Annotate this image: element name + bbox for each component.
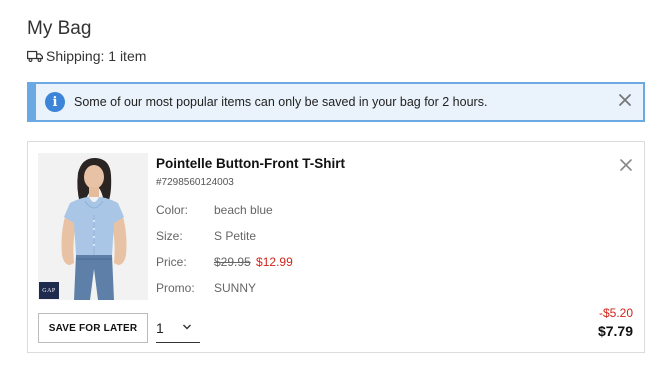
product-photo-illustration (38, 153, 148, 300)
promo-label: Promo: (156, 281, 195, 295)
notice-accent-stripe (29, 84, 36, 120)
attribute-promo: Promo: SUNNY (156, 281, 256, 295)
promo-value: SUNNY (214, 281, 257, 295)
chevron-down-icon (183, 324, 191, 330)
price-label: Price: (156, 255, 187, 269)
info-icon: i (45, 92, 65, 112)
product-sku: #7298560124003 (156, 177, 234, 188)
quantity-value: 1 (156, 319, 164, 336)
sale-price: $12.99 (256, 255, 293, 269)
attribute-color: Color: beach blue (156, 203, 273, 217)
remove-item-icon[interactable] (619, 158, 633, 172)
discount-amount: -$5.20 (598, 306, 633, 320)
brand-logo: GAP (39, 282, 59, 299)
bag-item-card: GAP Pointelle Button-Front T-Shirt #7298… (27, 141, 645, 353)
close-icon[interactable] (617, 92, 633, 108)
product-image[interactable]: GAP (38, 153, 148, 300)
size-value: S Petite (214, 229, 257, 243)
shipping-summary: Shipping: 1 item (27, 48, 146, 64)
shipping-label: Shipping: 1 item (46, 48, 147, 64)
product-name[interactable]: Pointelle Button-Front T-Shirt (156, 156, 345, 171)
attribute-size: Size: S Petite (156, 229, 256, 243)
color-value: beach blue (214, 203, 273, 217)
size-label: Size: (156, 229, 183, 243)
page-title: My Bag (27, 18, 92, 39)
item-total: $7.79 (597, 323, 633, 339)
truck-icon (27, 50, 43, 62)
attribute-price: Price: $29.95 $12.99 (156, 255, 293, 269)
color-label: Color: (156, 203, 189, 217)
original-price: $29.95 (214, 255, 251, 269)
notice-message: Some of our most popular items can only … (74, 95, 488, 109)
save-for-later-button[interactable]: SAVE FOR LATER (38, 313, 148, 343)
notice-banner: i Some of our most popular items can onl… (27, 82, 645, 122)
quantity-select[interactable]: 1 (156, 313, 200, 343)
